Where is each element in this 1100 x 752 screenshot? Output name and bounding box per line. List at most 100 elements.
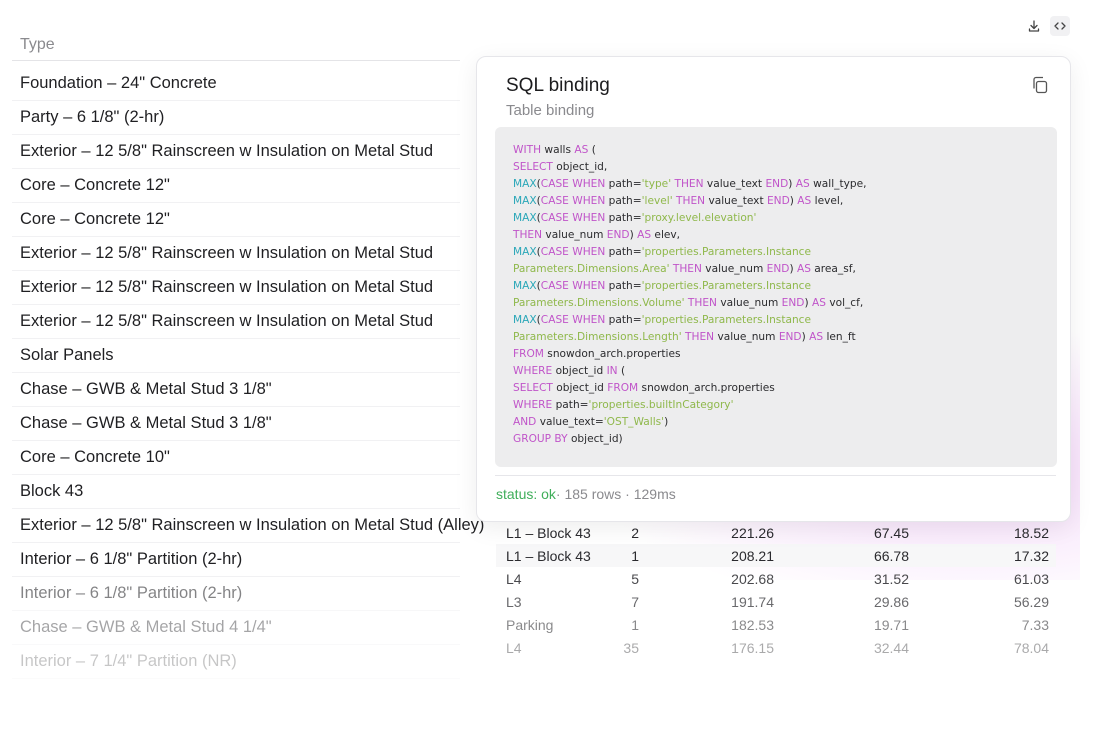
count-cell: 2 bbox=[631, 524, 639, 541]
volume-cell: 19.71 bbox=[873, 616, 909, 633]
type-row[interactable]: Party – 6 1/8" (2-hr) bbox=[12, 101, 460, 135]
type-row[interactable]: Chase – GWB & Metal Stud 3 1/8" bbox=[12, 373, 460, 407]
type-row[interactable]: Foundation – 24" Concrete bbox=[12, 67, 460, 101]
code-token: object_id, bbox=[552, 161, 608, 173]
code-line: Parameters.Dimensions.Volume' THEN value… bbox=[513, 295, 1039, 312]
type-row[interactable]: Interior – 6 1/8" Partition (2-hr) bbox=[12, 577, 460, 611]
code-line: WITH walls AS ( bbox=[513, 142, 1039, 159]
type-row[interactable]: Core – Concrete 10" bbox=[12, 441, 460, 475]
table-row[interactable]: L4 5 202.68 31.52 61.03 bbox=[496, 567, 1056, 590]
level-cell: L3 bbox=[506, 593, 522, 610]
type-row[interactable]: Exterior – 12 5/8" Rainscreen w Insulati… bbox=[12, 305, 460, 339]
type-row[interactable]: Exterior – 12 5/8" Rainscreen w Insulati… bbox=[12, 271, 460, 305]
code-icon[interactable] bbox=[1050, 16, 1070, 36]
level-cell: Parking bbox=[506, 616, 554, 633]
length-cell: 78.04 bbox=[1013, 639, 1049, 656]
code-token: ) bbox=[804, 297, 812, 309]
code-token: ( bbox=[617, 365, 626, 377]
table-row[interactable]: L4 35 176.15 32.44 78.04 bbox=[496, 636, 1056, 659]
code-token: value_text bbox=[703, 178, 766, 190]
table-row[interactable]: L1 – Block 43 1 208.21 66.78 17.32 bbox=[496, 544, 1056, 567]
code-line: Parameters.Dimensions.Area' THEN value_n… bbox=[513, 261, 1039, 278]
sql-code-block[interactable]: WITH walls AS (SELECT object_id, MAX(CASE… bbox=[495, 127, 1057, 467]
download-icon[interactable] bbox=[1024, 16, 1044, 36]
code-line: SELECT object_id FROM snowdon_arch.prope… bbox=[513, 380, 1039, 397]
type-column: Type Foundation – 24" Concrete Party – 6 … bbox=[12, 30, 484, 679]
code-token: 'properties.Parameters.Instance bbox=[641, 314, 812, 326]
code-token: THEN bbox=[676, 195, 706, 207]
count-cell: 1 bbox=[631, 547, 639, 564]
code-token: 'properties.Parameters.Instance bbox=[641, 280, 812, 292]
volume-cell: 66.78 bbox=[873, 547, 909, 564]
type-row[interactable]: Interior – 7 1/4" Partition (NR) bbox=[12, 645, 460, 679]
code-line: Parameters.Dimensions.Length' THEN value… bbox=[513, 329, 1039, 346]
code-token: value_num bbox=[701, 263, 767, 275]
type-row[interactable]: Interior – 6 1/8" Partition (2-hr) bbox=[12, 543, 460, 577]
type-rows: Foundation – 24" Concrete Party – 6 1/8" … bbox=[12, 67, 484, 679]
code-token: CASE WHEN bbox=[540, 212, 606, 224]
code-token: WHERE bbox=[513, 399, 553, 411]
top-toolbar bbox=[1024, 16, 1070, 36]
code-token: MAX bbox=[513, 246, 537, 258]
copy-icon[interactable] bbox=[1030, 75, 1050, 95]
code-token: THEN bbox=[672, 263, 702, 275]
type-row[interactable]: Chase – GWB & Metal Stud 3 1/8" bbox=[12, 407, 460, 441]
data-table: L1 – Block 43 2 221.26 67.45 18.52 L1 – Block… bbox=[496, 521, 1056, 659]
type-row[interactable]: Exterior – 12 5/8" Rainscreen w Insulati… bbox=[12, 237, 460, 271]
code-token: path= bbox=[605, 195, 642, 207]
code-token: ) bbox=[788, 178, 796, 190]
code-token: END bbox=[778, 331, 802, 343]
type-row[interactable]: Chase – GWB & Metal Stud 4 1/4" bbox=[12, 611, 460, 645]
code-token: object_id bbox=[552, 382, 608, 394]
table-row[interactable]: L1 – Block 43 2 221.26 67.45 18.52 bbox=[496, 521, 1056, 544]
code-token: END bbox=[766, 263, 790, 275]
count-cell: 7 bbox=[631, 593, 639, 610]
code-token: FROM bbox=[513, 348, 544, 360]
code-token: Parameters.Dimensions.Area' bbox=[513, 263, 670, 275]
code-token: path= bbox=[605, 246, 642, 258]
table-row[interactable]: L3 7 191.74 29.86 56.29 bbox=[496, 590, 1056, 613]
volume-cell: 29.86 bbox=[873, 593, 909, 610]
level-cell: L1 – Block 43 bbox=[506, 547, 591, 564]
volume-cell: 67.45 bbox=[873, 524, 909, 541]
code-line: WHERE object_id IN ( bbox=[513, 363, 1039, 380]
code-line: AND value_text='OST_Walls') bbox=[513, 414, 1039, 431]
code-token: object_id bbox=[552, 365, 607, 377]
code-token: 'proxy.level.elevation' bbox=[641, 212, 757, 224]
type-row[interactable]: Block 43 bbox=[12, 475, 460, 509]
code-token: CASE WHEN bbox=[540, 195, 606, 207]
code-token: level, bbox=[811, 195, 844, 207]
type-row[interactable]: Exterior – 12 5/8" Rainscreen w Insulati… bbox=[12, 509, 484, 543]
length-cell: 7.33 bbox=[1021, 616, 1049, 633]
code-token: END bbox=[766, 195, 790, 207]
code-token: FROM bbox=[607, 382, 639, 394]
level-cell: L1 – Block 43 bbox=[506, 524, 591, 541]
type-row[interactable]: Core – Concrete 12" bbox=[12, 169, 460, 203]
type-column-header[interactable]: Type bbox=[12, 30, 460, 61]
type-row[interactable]: Solar Panels bbox=[12, 339, 460, 373]
volume-cell: 32.44 bbox=[873, 639, 909, 656]
code-token: path= bbox=[605, 280, 642, 292]
code-token: value_text= bbox=[536, 416, 604, 428]
code-token: path= bbox=[605, 178, 642, 190]
type-row[interactable]: Exterior – 12 5/8" Rainscreen w Insulati… bbox=[12, 135, 460, 169]
code-token: snowdon_arch.properties bbox=[638, 382, 775, 394]
table-row[interactable]: Parking 1 182.53 19.71 7.33 bbox=[496, 613, 1056, 636]
code-token: CASE WHEN bbox=[540, 178, 606, 190]
code-line: MAX(CASE WHEN path='properties.Parameter… bbox=[513, 278, 1039, 295]
level-cell: L4 bbox=[506, 570, 522, 587]
type-row[interactable]: Core – Concrete 12" bbox=[12, 203, 460, 237]
code-token: elev, bbox=[651, 229, 681, 241]
code-token: END bbox=[765, 178, 789, 190]
code-line: MAX(CASE WHEN path='level' THEN value_te… bbox=[513, 193, 1039, 210]
count-cell: 5 bbox=[631, 570, 639, 587]
code-line: WHERE path='properties.builtInCategory' bbox=[513, 397, 1039, 414]
code-token: CASE WHEN bbox=[540, 280, 606, 292]
code-token: THEN bbox=[674, 178, 704, 190]
code-token: Parameters.Dimensions.Length' bbox=[513, 331, 682, 343]
code-token: area_sf, bbox=[810, 263, 856, 275]
code-token: AS bbox=[809, 331, 824, 343]
code-token: 'OST_Walls' bbox=[603, 416, 665, 428]
code-token: GROUP BY bbox=[513, 433, 568, 445]
code-token: SELECT bbox=[513, 161, 553, 173]
